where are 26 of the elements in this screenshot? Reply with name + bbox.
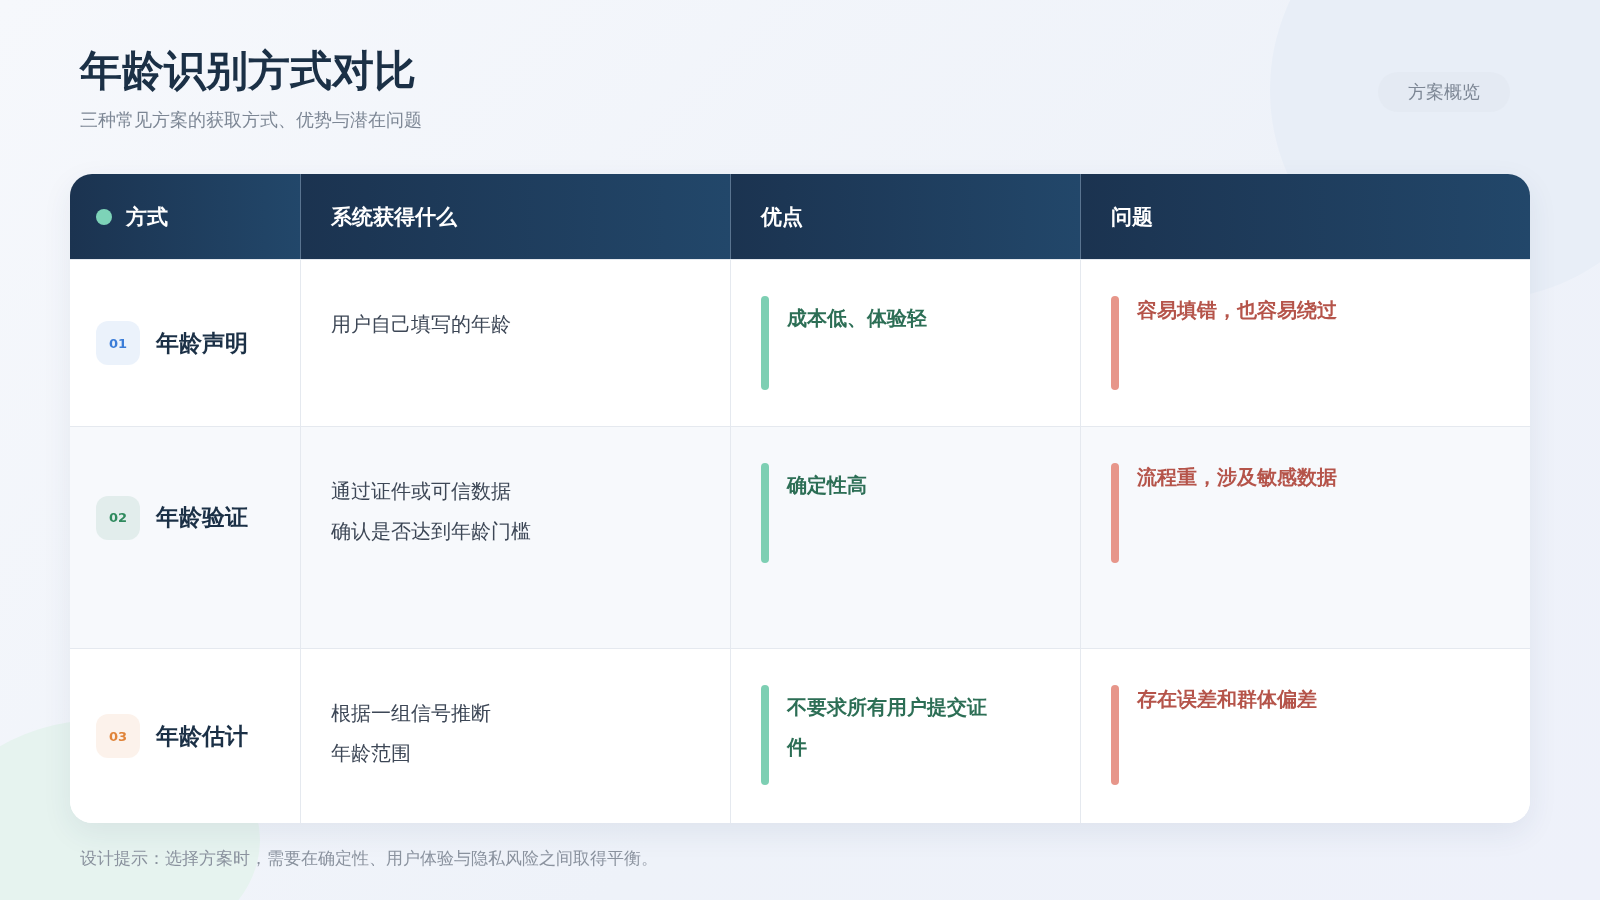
dot-icon — [96, 208, 112, 225]
cell-text: 通过证件或可信数据 — [331, 478, 512, 505]
method-name: 年龄估计 — [156, 721, 248, 751]
number-badge: 03 — [96, 714, 140, 758]
cell-text: 年龄范围 — [331, 740, 412, 767]
cell-text: 确认是否达到年龄门槛 — [331, 518, 532, 545]
number-badge: 01 — [96, 321, 140, 365]
footnote: 设计提示：选择方案时，需要在确定性、用户体验与隐私风险之间取得平衡。 — [79, 847, 659, 870]
overview-tag: 方案概览 — [1378, 72, 1510, 112]
advantage-text: 确定性高 — [787, 472, 867, 499]
problem-text: 容易填错，也容易绕过 — [1137, 297, 1337, 324]
problem-text: 存在误差和群体偏差 — [1137, 686, 1317, 713]
cell-text: 用户自己填写的年龄 — [331, 311, 512, 338]
column-title: 方式 — [126, 203, 168, 231]
advantage-text: 成本低、体验轻 — [787, 305, 927, 332]
page-title: 年龄识别方式对比 — [80, 45, 417, 97]
column-title: 优点 — [761, 203, 803, 231]
problem-text: 流程重，涉及敏感数据 — [1137, 464, 1337, 491]
page-subtitle: 三种常见方案的获取方式、优势与潜在问题 — [80, 108, 422, 132]
method-name: 年龄声明 — [156, 328, 248, 358]
method-name: 年龄验证 — [156, 503, 248, 532]
advantage-text: 不要求所有用户提交证件 — [787, 694, 988, 761]
cell-text: 根据一组信号推断 — [331, 700, 492, 727]
number-badge: 02 — [96, 495, 140, 540]
column-title: 系统获得什么 — [331, 203, 457, 231]
column-title: 问题 — [1111, 203, 1153, 231]
